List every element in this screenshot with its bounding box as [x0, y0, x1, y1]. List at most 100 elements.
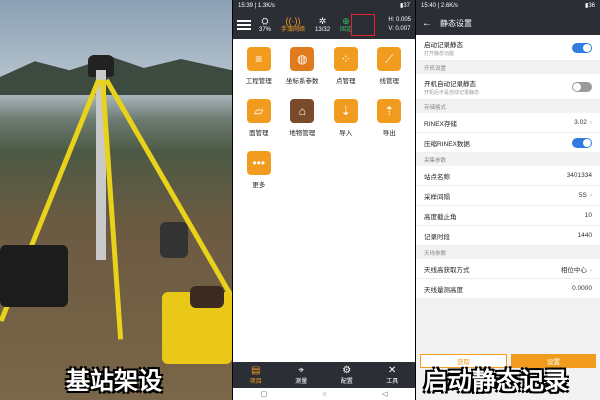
recent-apps-icon[interactable]: ▢ [261, 390, 268, 398]
row-label: 采样间隔 [424, 193, 450, 201]
tripod-leg [104, 78, 232, 307]
boot-record-toggle[interactable] [572, 81, 592, 92]
auto-start-row: 启动记录静态 打开静态功能 [416, 35, 600, 61]
ant-method-value: 相位中心 [560, 266, 587, 274]
compress-toggle[interactable] [572, 137, 592, 148]
settings-header: ← 静态设置 [416, 11, 600, 35]
battery-icon: ▮37 [400, 3, 410, 9]
grid-item[interactable]: ⇡ 导出 [368, 99, 412, 137]
grid-item-icon: ⇣ [333, 99, 358, 123]
site-row[interactable]: 站点名称 3401334 [416, 166, 600, 186]
nav-item[interactable]: ▤ 项目 [250, 365, 262, 385]
battery-stat: ⛭ 37% [259, 16, 272, 33]
grid-item-icon: ◍ [290, 47, 315, 71]
nav-label: 配置 [340, 379, 353, 385]
chevron-right-icon: › [589, 119, 592, 126]
status-bar: 15:39 | 1.3K/s ▮37 [233, 0, 415, 11]
elev-value: 10 [584, 212, 592, 219]
interval-value: 5S [578, 192, 587, 199]
interval-row[interactable]: 采样间隔 5S › [416, 186, 600, 206]
grid-item-label: 面管理 [249, 130, 269, 137]
radio-unit [190, 286, 224, 308]
ant-method-row[interactable]: 天线高获取方式 相位中心 › [416, 259, 600, 279]
status-time: 15:40 [421, 2, 437, 9]
grid-item[interactable]: ◍ 坐标系参数 [281, 47, 325, 85]
bottom-nav: ▤ 项目 ⌖ 测量 ⚙ 配置 ✕ 工具 [233, 362, 415, 388]
battery-box [160, 222, 188, 258]
nav-item[interactable]: ⚙ 配置 [341, 365, 353, 385]
nav-label: 测量 [295, 379, 308, 385]
back-icon[interactable]: ◁ [382, 390, 387, 398]
row-label: 启动记录静态 [424, 41, 463, 49]
nav-item[interactable]: ⌖ 测量 [295, 365, 307, 385]
satellite-count-icon: ✲ [318, 16, 327, 26]
grid-item[interactable]: ⁘ 点管理 [324, 47, 368, 85]
nav-icon: ✕ [388, 365, 397, 376]
left-caption: 基站架设 [66, 367, 162, 395]
auto-start-toggle[interactable] [572, 42, 592, 53]
duration-row[interactable]: 记录时段 1440 [416, 226, 600, 246]
section-boot: 开机设置 [424, 66, 447, 72]
grid-item-icon: ▱ [246, 99, 271, 123]
nav-icon: ⚙ [342, 365, 352, 376]
grid-item[interactable]: ••• 更多 [237, 151, 281, 189]
grid-item-label: 线管理 [379, 78, 400, 85]
back-arrow-icon[interactable]: ← [422, 18, 432, 29]
grid-item-label: 地物管理 [289, 130, 316, 137]
status-battery: 36 [588, 3, 595, 9]
nav-item[interactable]: ✕ 工具 [386, 365, 398, 385]
boot-record-row: 开机自动记录静态 开机后不是自动记录静态 [416, 74, 600, 100]
chevron-right-icon: › [589, 266, 592, 274]
grid-item[interactable]: ⟋ 线管理 [368, 47, 412, 85]
row-label: RINEX存储 [424, 120, 457, 128]
row-label: 记录时段 [424, 233, 450, 241]
site-value: 3401334 [566, 172, 592, 179]
grid-item[interactable]: ≡ 工程管理 [237, 47, 281, 85]
nav-icon: ▤ [251, 365, 261, 376]
grid-item-label: 点管理 [336, 78, 356, 85]
section-collect: 采集参数 [424, 158, 447, 164]
precision-readout: H: 0.005 V: 0.007 [388, 16, 411, 34]
mountain-range [0, 56, 232, 95]
row-label: 天线高获取方式 [424, 266, 470, 274]
nav-label: 工具 [386, 379, 399, 385]
battery-icon: ▮36 [585, 3, 595, 9]
status-battery: 37 [403, 3, 410, 9]
right-caption: 启动静态记录 [424, 367, 568, 395]
grid-item-label: 工程管理 [245, 78, 272, 85]
status-speed: 2.6K/s [440, 2, 458, 9]
function-grid: ≡ 工程管理 ◍ 坐标系参数 ⁘ 点管理 ⟋ 线管理 ▱ 面管理 ⌂ 地物管理 ⇣ 导入 ⇡ 导出 ••• 更多 [233, 39, 415, 189]
grid-item[interactable]: ⌂ 地物管理 [281, 99, 325, 137]
section-store: 存储格式 [424, 105, 447, 111]
h-precision: H: 0.005 [388, 17, 411, 23]
nav-label: 项目 [249, 379, 262, 385]
grid-item-icon: ••• [246, 151, 271, 175]
row-label: 天线量测高度 [424, 286, 463, 294]
grid-item-label: 导出 [382, 130, 396, 137]
home-icon[interactable]: ○ [323, 391, 327, 398]
grid-item[interactable]: ▱ 面管理 [237, 99, 281, 137]
grid-item-icon: ⟋ [377, 47, 402, 71]
rinex-row[interactable]: RINEX存储 3.02 › [416, 113, 600, 133]
status-speed: 1.3K/s [257, 2, 275, 9]
status-bar: 15:40 | 2.6K/s ▮36 [416, 0, 600, 11]
grid-item-icon: ⇡ [377, 99, 402, 123]
satellite-icon: ⛭ [261, 16, 269, 26]
grid-item-label: 更多 [252, 182, 266, 189]
elev-row[interactable]: 高度截止角 10 [416, 206, 600, 226]
rinex-value: 3.02 [574, 119, 587, 126]
base-station-photo: 基站架设 [0, 0, 232, 400]
row-label: 开机自动记录静态 [424, 80, 476, 88]
grid-item[interactable]: ⇣ 导入 [324, 99, 368, 137]
grid-item-label: 导入 [339, 130, 353, 137]
menu-icon[interactable] [237, 20, 251, 30]
highlight-box [351, 14, 375, 36]
network-stat: ((·)) 手簿网络 [281, 16, 306, 33]
v-precision: V: 0.007 [388, 26, 411, 32]
equipment-case [0, 245, 68, 307]
page-title: 静态设置 [440, 18, 472, 28]
duration-value: 1440 [577, 232, 592, 239]
phone-project-screen: 15:39 | 1.3K/s ▮37 ⛭ 37% ((·)) 手簿网络 ✲ 13/32… [232, 0, 416, 400]
signal-icon: ((·)) [285, 16, 301, 26]
ant-height-row[interactable]: 天线量测高度 0.0000 [416, 279, 600, 299]
